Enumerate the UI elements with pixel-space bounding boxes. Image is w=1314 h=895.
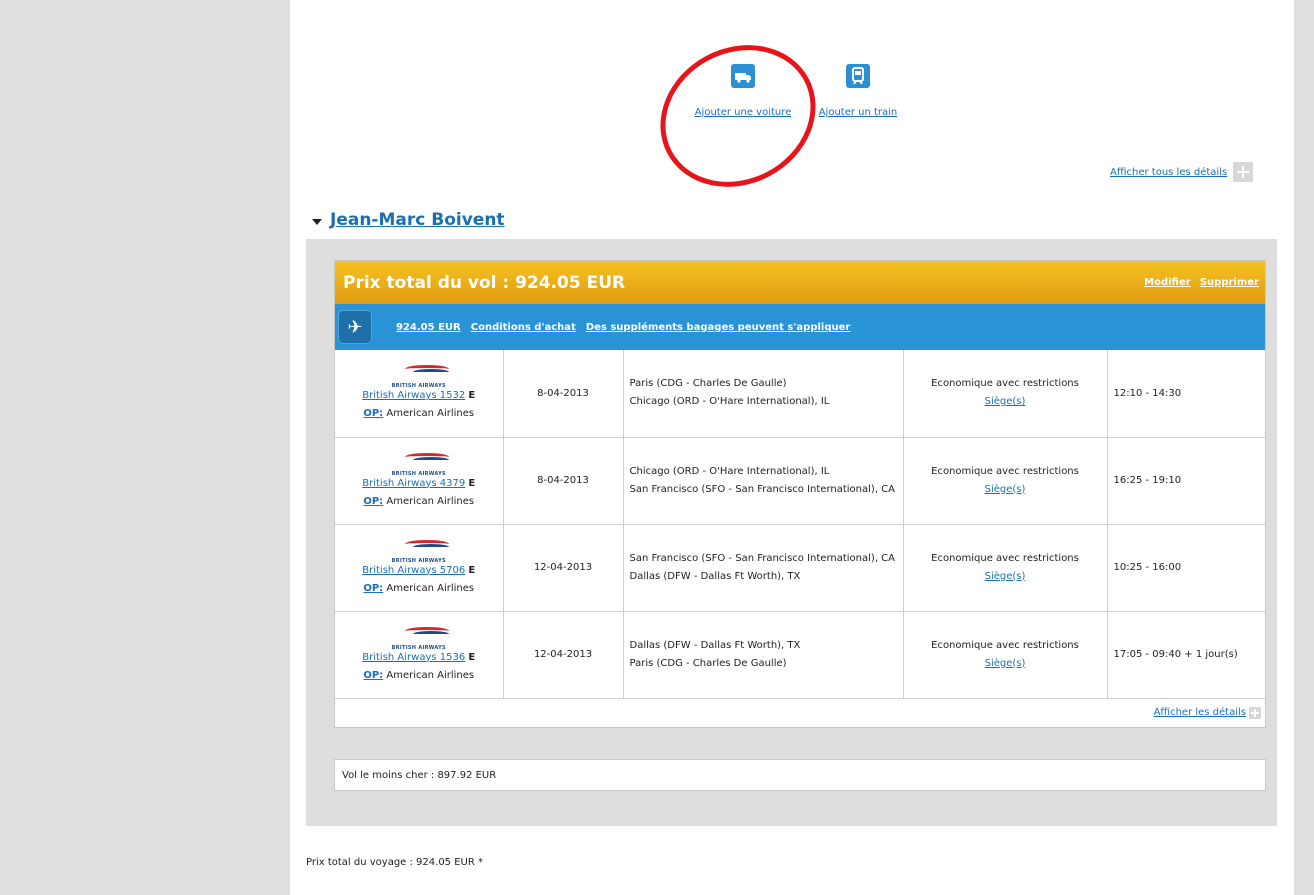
segments-table: BRITISH AIRWAYS British Airways 1532 E O… [335,350,1265,699]
expand-plus-icon[interactable] [1249,706,1261,719]
op-link[interactable]: OP: [363,496,383,507]
modify-link[interactable]: Modifier [1144,277,1191,288]
show-details-row: Afficher les détails [335,699,1265,727]
collapse-caret-icon[interactable] [312,218,322,225]
train-icon[interactable] [846,64,870,88]
british-airways-logo: BRITISH AIRWAYS [379,625,459,651]
add-train-block[interactable]: Ajouter un train [812,64,904,118]
route-to: San Francisco (SFO - San Francisco Inter… [629,483,896,495]
airline-cell: BRITISH AIRWAYS British Airways 4379 E O… [335,437,504,525]
price-link[interactable]: 924.05 EUR [396,322,461,333]
expand-plus-icon[interactable] [1233,162,1254,182]
operator-name: American Airlines [386,495,475,507]
route-from: Dallas (DFW - Dallas Ft Worth), TX [629,639,801,651]
seat-link[interactable]: Siège(s) [985,484,1026,495]
flight-card: Prix total du vol : 924.05 EUR Modifier … [334,260,1266,728]
show-all-details[interactable]: Afficher tous les détails [1110,162,1254,182]
cabin-class: Economique avec restrictions [931,639,1079,651]
delete-link[interactable]: Supprimer [1200,277,1259,288]
segment-date: 12-04-2013 [503,611,624,699]
flight-info-bar: ✈ 924.05 EUR Conditions d'achat Des supp… [335,304,1265,350]
segment-date: 8-04-2013 [503,350,624,438]
annotation-circle [635,18,841,214]
british-airways-logo: BRITISH AIRWAYS [379,451,459,477]
show-details-link[interactable]: Afficher les détails [1154,707,1246,718]
cabin-class: Economique avec restrictions [931,465,1079,477]
flight-actions: Modifier Supprimer [1138,277,1259,288]
fare-class: E [468,651,476,663]
segment-date: 8-04-2013 [503,437,624,525]
route-to: Chicago (ORD - O'Hare International), IL [629,396,830,408]
traveler-panel: Prix total du vol : 924.05 EUR Modifier … [306,239,1277,826]
cabin-cell: Economique avec restrictions Siège(s) [903,350,1108,438]
british-airways-logo: BRITISH AIRWAYS [379,538,459,564]
cabin-class: Economique avec restrictions [931,552,1079,564]
british-airways-logo: BRITISH AIRWAYS [379,363,459,389]
traveler-header[interactable]: Jean-Marc Boivent [312,210,505,230]
operator-name: American Airlines [386,669,475,681]
segment-time: 17:05 - 09:40 + 1 jour(s) [1107,611,1265,699]
route-cell: San Francisco (SFO - San Francisco Inter… [623,524,904,612]
baggage-link[interactable]: Des suppléments bagages peuvent s'appliq… [586,322,851,333]
route-from: San Francisco (SFO - San Francisco Inter… [629,552,896,564]
operator-name: American Airlines [386,408,475,420]
add-train-link[interactable]: Ajouter un train [812,107,904,118]
seat-link[interactable]: Siège(s) [985,658,1026,669]
segment-time: 16:25 - 19:10 [1107,437,1265,525]
segment-time: 12:10 - 14:30 [1107,350,1265,438]
cabin-cell: Economique avec restrictions Siège(s) [903,524,1108,612]
trip-total-price: Prix total du voyage : 924.05 EUR * [306,857,483,868]
route-cell: Paris (CDG - Charles De Gaulle) Chicago … [623,350,904,438]
fare-class: E [468,390,476,402]
cheapest-flight: Vol le moins cher : 897.92 EUR [334,759,1266,791]
fare-class: E [468,477,476,489]
route-cell: Dallas (DFW - Dallas Ft Worth), TX Paris… [623,611,904,699]
cabin-cell: Economique avec restrictions Siège(s) [903,437,1108,525]
cabin-class: Economique avec restrictions [931,378,1079,390]
right-scroll-area [1294,0,1314,895]
route-cell: Chicago (ORD - O'Hare International), IL… [623,437,904,525]
conditions-link[interactable]: Conditions d'achat [471,322,576,333]
airline-cell: BRITISH AIRWAYS British Airways 1532 E O… [335,350,504,438]
op-link[interactable]: OP: [363,670,383,681]
op-link[interactable]: OP: [363,583,383,594]
airline-cell: BRITISH AIRWAYS British Airways 1536 E O… [335,611,504,699]
segment-date: 12-04-2013 [503,524,624,612]
route-from: Chicago (ORD - O'Hare International), IL [629,465,830,477]
flight-total-price: Prix total du vol : 924.05 EUR [343,272,626,293]
main-content: Ajouter une voiture Ajouter un train Aff… [290,0,1294,895]
route-to: Paris (CDG - Charles De Gaulle) [629,657,787,669]
segment-row: BRITISH AIRWAYS British Airways 5706 E O… [335,524,1265,612]
seat-link[interactable]: Siège(s) [985,396,1026,407]
route-from: Paris (CDG - Charles De Gaulle) [629,378,787,390]
airline-cell: BRITISH AIRWAYS British Airways 5706 E O… [335,524,504,612]
plane-icon: ✈ [338,310,372,344]
op-link[interactable]: OP: [363,408,383,419]
show-all-details-link[interactable]: Afficher tous les détails [1110,167,1227,178]
segment-row: BRITISH AIRWAYS British Airways 4379 E O… [335,437,1265,525]
seat-link[interactable]: Siège(s) [985,571,1026,582]
route-to: Dallas (DFW - Dallas Ft Worth), TX [629,570,801,582]
cabin-cell: Economique avec restrictions Siège(s) [903,611,1108,699]
operator-name: American Airlines [386,582,475,594]
flight-header-bar: Prix total du vol : 924.05 EUR Modifier … [335,261,1265,304]
segment-time: 10:25 - 16:00 [1107,524,1265,612]
segment-row: BRITISH AIRWAYS British Airways 1536 E O… [335,611,1265,699]
left-sidebar [0,0,290,895]
fare-class: E [468,564,476,576]
segment-row: BRITISH AIRWAYS British Airways 1532 E O… [335,350,1265,438]
traveler-name[interactable]: Jean-Marc Boivent [330,210,505,230]
